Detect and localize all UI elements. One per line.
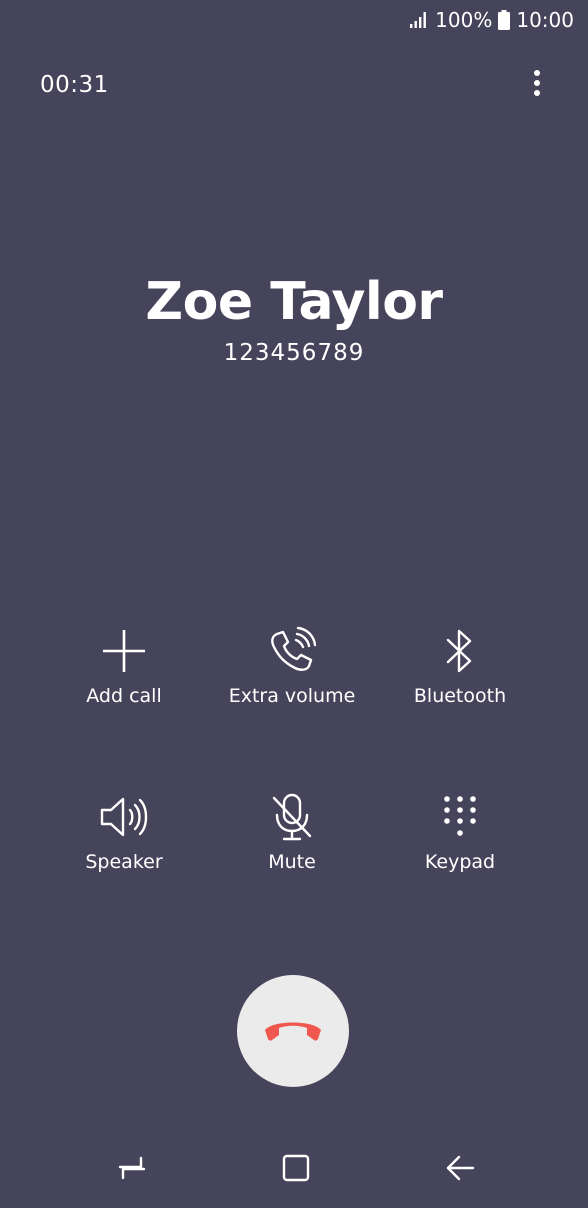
speaker-label: Speaker bbox=[85, 851, 163, 873]
keypad-button[interactable]: Keypad bbox=[376, 790, 544, 876]
status-bar: 100% 10:00 bbox=[409, 0, 574, 40]
keypad-icon bbox=[432, 790, 488, 844]
add-call-button[interactable]: Add call bbox=[40, 624, 208, 710]
home-icon bbox=[282, 1154, 310, 1186]
plus-icon bbox=[96, 624, 152, 678]
end-call-button[interactable] bbox=[237, 975, 349, 1087]
bluetooth-label: Bluetooth bbox=[413, 685, 507, 707]
end-call-icon bbox=[263, 1016, 323, 1046]
extra-volume-label: Extra volume bbox=[228, 685, 356, 707]
mic-off-icon bbox=[264, 790, 320, 844]
caller-info: Zoe Taylor 123456789 bbox=[0, 268, 588, 370]
navigation-bar bbox=[0, 1132, 588, 1208]
bluetooth-icon bbox=[432, 624, 488, 678]
keypad-label: Keypad bbox=[424, 851, 496, 873]
speaker-icon bbox=[96, 790, 152, 844]
call-header: 00:31 bbox=[40, 62, 548, 108]
speaker-button[interactable]: Speaker bbox=[40, 790, 208, 876]
battery-icon bbox=[498, 10, 511, 30]
call-duration: 00:31 bbox=[40, 72, 109, 98]
more-vert-icon bbox=[533, 69, 541, 101]
home-button[interactable] bbox=[266, 1140, 326, 1200]
phone-volume-icon bbox=[264, 624, 320, 678]
recents-button[interactable] bbox=[102, 1140, 162, 1200]
recents-icon bbox=[117, 1155, 147, 1185]
caller-name: Zoe Taylor bbox=[145, 272, 443, 332]
battery-percentage: 100% bbox=[435, 8, 493, 32]
back-button[interactable] bbox=[430, 1140, 490, 1200]
back-icon bbox=[445, 1155, 475, 1185]
more-options-button[interactable] bbox=[522, 62, 552, 108]
caller-number: 123456789 bbox=[223, 340, 365, 366]
bluetooth-button[interactable]: Bluetooth bbox=[376, 624, 544, 710]
call-actions-row-1: Add call Extra volume Bluetooth bbox=[40, 624, 544, 710]
mute-label: Mute bbox=[268, 851, 316, 873]
status-time: 10:00 bbox=[516, 8, 574, 32]
mute-button[interactable]: Mute bbox=[208, 790, 376, 876]
add-call-label: Add call bbox=[86, 685, 162, 707]
call-actions-row-2: Speaker Mute Keypad bbox=[40, 790, 544, 876]
extra-volume-button[interactable]: Extra volume bbox=[208, 624, 376, 710]
signal-icon bbox=[409, 11, 429, 29]
